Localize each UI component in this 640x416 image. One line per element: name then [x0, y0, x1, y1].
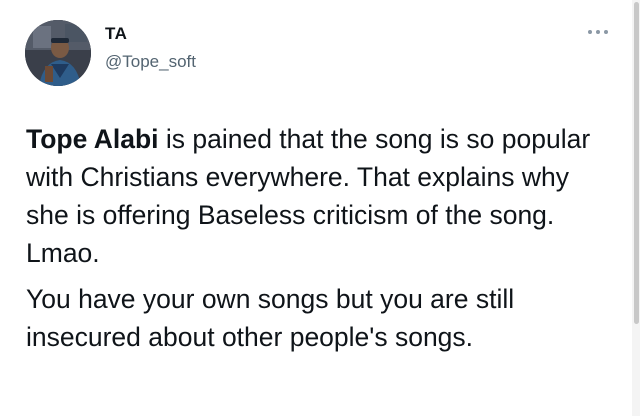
scrollbar[interactable] — [632, 0, 640, 416]
avatar[interactable] — [25, 20, 91, 86]
scrollbar-thumb[interactable] — [634, 2, 639, 324]
ellipsis-icon — [588, 30, 592, 34]
author-names: TA @Tope_soft — [105, 23, 196, 73]
handle[interactable]: @Tope_soft — [105, 51, 196, 73]
profile-photo-icon — [25, 20, 91, 86]
display-name[interactable]: TA — [105, 23, 196, 45]
more-options-button[interactable] — [588, 30, 608, 34]
tweet-paragraph-2: You have your own songs but you are stil… — [26, 284, 515, 352]
mention: Tope Alabi — [26, 124, 159, 154]
tweet-header: TA @Tope_soft — [25, 20, 196, 86]
tweet: TA @Tope_soft Tope Alabi is pained that … — [0, 0, 640, 416]
tweet-paragraph-1: Tope Alabi is pained that the song is so… — [26, 120, 616, 272]
tweet-text: Tope Alabi is pained that the song is so… — [26, 120, 616, 356]
